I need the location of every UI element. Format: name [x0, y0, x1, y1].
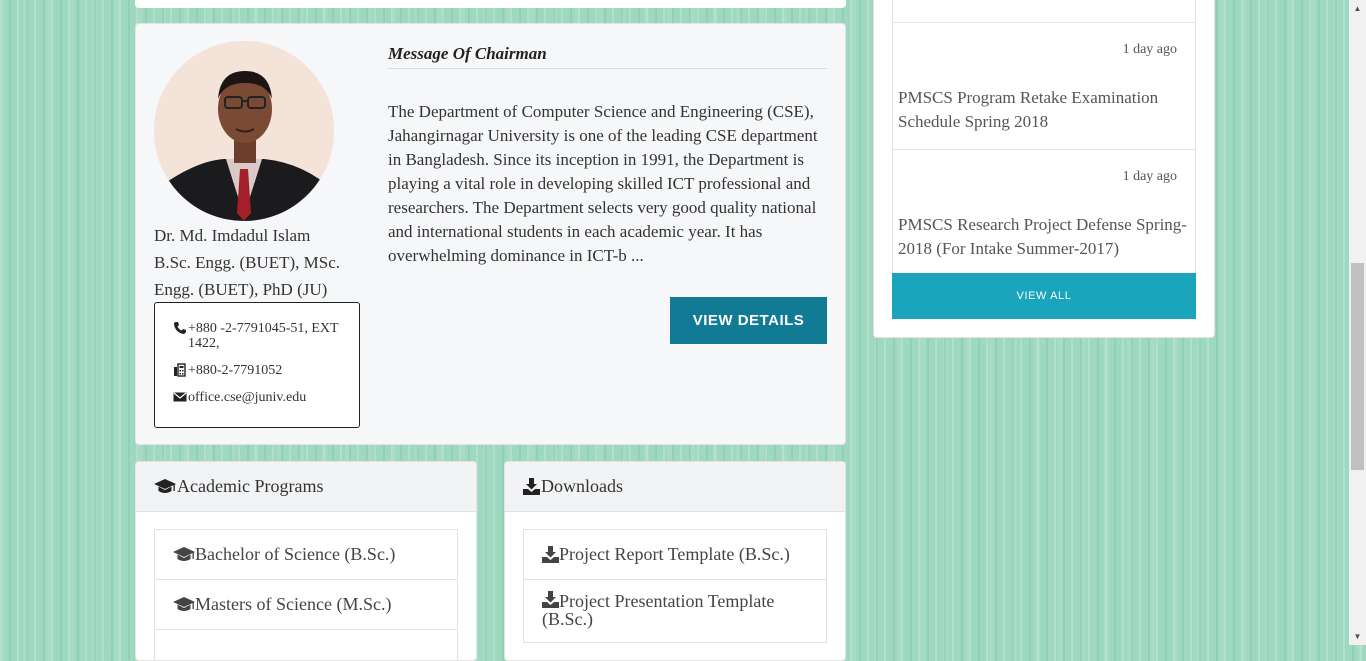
- downloads-list: Project Report Template (B.Sc.) Project …: [523, 529, 827, 643]
- previous-card-edge: [135, 0, 846, 8]
- download-item[interactable]: Project Report Template (B.Sc.): [523, 529, 827, 580]
- view-all-button[interactable]: VIEW ALL: [892, 273, 1196, 319]
- scroll-down-arrow-icon[interactable]: ▼: [1349, 628, 1366, 645]
- download-icon: [542, 545, 559, 564]
- phone-icon: [173, 321, 187, 335]
- download-label[interactable]: Project Report Template (B.Sc.): [559, 544, 790, 565]
- email-address[interactable]: office.cse@juniv.edu: [188, 390, 306, 405]
- notice-item-partial[interactable]: [892, 0, 1196, 23]
- program-item-partial[interactable]: [154, 630, 458, 660]
- download-icon: [542, 591, 559, 609]
- scroll-up-arrow-icon[interactable]: ▲: [1349, 0, 1366, 17]
- fax-number: +880-2-7791052: [188, 363, 283, 378]
- chairman-info: Dr. Md. Imdadul Islam B.Sc. Engg. (BUET)…: [154, 222, 360, 303]
- chairman-message-body: The Department of Computer Science and E…: [388, 102, 818, 265]
- envelope-icon: [173, 390, 187, 404]
- phone-number: +880 -2-7791045-51, EXT 1422,: [188, 321, 339, 351]
- notice-item[interactable]: 1 day ago PMSCS Program Retake Examinati…: [892, 23, 1196, 150]
- academic-programs-header: Academic Programs: [136, 462, 476, 512]
- download-item-content: Project Presentation Template (B.Sc.): [542, 591, 808, 628]
- notice-list: 1 day ago PMSCS Program Retake Examinati…: [892, 0, 1196, 277]
- notice-title[interactable]: PMSCS Program Retake Examination Schedul…: [898, 86, 1190, 134]
- graduation-cap-icon: [173, 546, 195, 564]
- notice-time: 1 day ago: [1122, 169, 1177, 184]
- download-label[interactable]: Project Presentation Template (B.Sc.): [542, 591, 774, 629]
- downloads-panel: Downloads Project Report Template (B.Sc.…: [504, 461, 846, 661]
- program-label[interactable]: Masters of Science (M.Sc.): [195, 594, 391, 615]
- notice-title[interactable]: PMSCS Research Project Defense Spring-20…: [898, 213, 1190, 261]
- notice-time: 1 day ago: [1122, 42, 1177, 57]
- academic-programs-title: Academic Programs: [177, 476, 324, 496]
- downloads-header: Downloads: [505, 462, 845, 512]
- contact-phone: +880 -2-7791045-51, EXT 1422,: [173, 321, 347, 351]
- scrollbar-thumb[interactable]: [1351, 263, 1364, 470]
- contact-fax: +880-2-7791052: [173, 363, 347, 378]
- downloads-title: Downloads: [541, 476, 623, 496]
- graduation-cap-icon: [173, 596, 195, 614]
- chairman-degrees: B.Sc. Engg. (BUET), MSc. Engg. (BUET), P…: [154, 253, 341, 299]
- graduation-cap-icon: [154, 478, 176, 496]
- program-item[interactable]: Bachelor of Science (B.Sc.): [154, 529, 458, 580]
- program-label[interactable]: Bachelor of Science (B.Sc.): [195, 544, 395, 565]
- academic-programs-panel: Academic Programs Bachelor of Science (B…: [135, 461, 477, 661]
- view-details-button[interactable]: VIEW DETAILS: [670, 297, 827, 344]
- contact-box: +880 -2-7791045-51, EXT 1422, +880-2-779…: [154, 302, 360, 428]
- notice-item[interactable]: 1 day ago PMSCS Research Project Defense…: [892, 150, 1196, 277]
- program-item[interactable]: Masters of Science (M.Sc.): [154, 580, 458, 630]
- academic-programs-list: Bachelor of Science (B.Sc.) Masters of S…: [154, 529, 458, 660]
- fax-icon: [173, 363, 187, 377]
- download-icon: [523, 477, 540, 496]
- download-item[interactable]: Project Presentation Template (B.Sc.): [523, 580, 827, 643]
- chairman-message-title: Message Of Chairman: [388, 44, 827, 69]
- chairman-photo: [154, 41, 334, 221]
- contact-email: office.cse@juniv.edu: [173, 390, 347, 405]
- chairman-name: Dr. Md. Imdadul Islam: [154, 226, 311, 245]
